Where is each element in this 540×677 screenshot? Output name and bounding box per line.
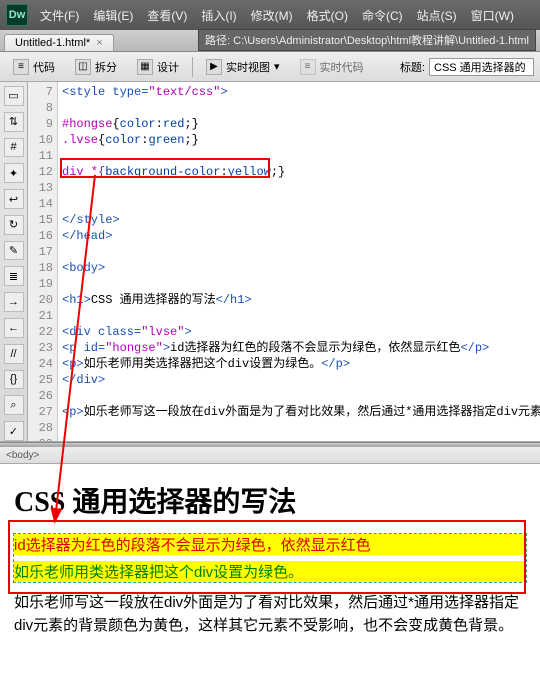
live-view-icon: ▶ xyxy=(206,59,222,75)
titlebar: Dw 文件(F) 编辑(E) 查看(V) 插入(I) 修改(M) 格式(O) 命… xyxy=(0,0,540,30)
line-gutter: 789 101112 131415 161718 192021 222324 2… xyxy=(28,82,58,441)
title-input[interactable] xyxy=(429,58,534,76)
document-tab[interactable]: Untitled-1.html* × xyxy=(4,34,114,51)
live-view-button[interactable]: ▶ 实时视图 ▾ xyxy=(199,56,287,78)
design-preview[interactable]: CSS 通用选择器的写法 id选择器为红色的段落不会显示为绿色，依然显示红色 如… xyxy=(0,464,540,661)
menu-site[interactable]: 站点(S) xyxy=(411,5,463,26)
annotation-code-highlight xyxy=(60,158,270,178)
live-code-icon: ≡ xyxy=(300,59,316,75)
view-code-button[interactable]: ≡ 代码 xyxy=(6,56,62,78)
menu-edit[interactable]: 编辑(E) xyxy=(87,5,139,26)
code-vertical-toolbar: ▭ ⇅ # ✦ ↩ ↻ ✎ ≣ → ← // {} ⌕ ✓ xyxy=(0,82,28,441)
vtool-refresh-icon[interactable]: ↻ xyxy=(4,215,24,235)
vtool-collapse-icon[interactable]: ⇅ xyxy=(4,112,24,132)
design-icon: ▦ xyxy=(137,59,153,75)
title-field: 标题: xyxy=(400,58,534,76)
vtool-format-icon[interactable]: ≣ xyxy=(4,266,24,286)
chevron-down-icon: ▾ xyxy=(274,60,280,73)
view-split-button[interactable]: ◫ 拆分 xyxy=(68,56,124,78)
document-tab-row: Untitled-1.html* × 路径: C:\Users\Administ… xyxy=(0,30,540,52)
vtool-outdent-icon[interactable]: ← xyxy=(4,318,24,338)
code-icon: ≡ xyxy=(13,59,29,75)
vtool-validate-icon[interactable]: ✓ xyxy=(4,421,24,441)
app-logo: Dw xyxy=(6,4,28,26)
vtool-wrap-icon[interactable]: ↩ xyxy=(4,189,24,209)
code-area: 789 101112 131415 161718 192021 222324 2… xyxy=(28,82,540,441)
menu-insert[interactable]: 插入(I) xyxy=(195,5,242,26)
menu-view[interactable]: 查看(V) xyxy=(141,5,193,26)
code-editor[interactable]: <style type="text/css"> #hongse{color:re… xyxy=(58,82,540,441)
vtool-open-docs-icon[interactable]: ▭ xyxy=(4,86,24,106)
menu-modify[interactable]: 修改(M) xyxy=(245,5,299,26)
menu-window[interactable]: 窗口(W) xyxy=(465,5,520,26)
vtool-snippets-icon[interactable]: {} xyxy=(4,370,24,390)
document-tab-label: Untitled-1.html* xyxy=(15,37,90,49)
split-icon: ◫ xyxy=(75,59,91,75)
vtool-highlight-icon[interactable]: ✦ xyxy=(4,163,24,183)
view-toolbar: ≡ 代码 ◫ 拆分 ▦ 设计 ▶ 实时视图 ▾ ≡ 实时代码 标题: xyxy=(0,52,540,82)
path-label: 路径: xyxy=(205,35,230,47)
page-title: CSS 通用选择器的写法 xyxy=(14,480,526,520)
document-path: 路径: C:\Users\Administrator\Desktop\html教… xyxy=(198,29,536,51)
menu-file[interactable]: 文件(F) xyxy=(34,5,85,26)
menu-commands[interactable]: 命令(C) xyxy=(356,5,409,26)
tag-selector-path[interactable]: <body> xyxy=(6,450,39,461)
menu-format[interactable]: 格式(O) xyxy=(301,5,354,26)
main-menu: 文件(F) 编辑(E) 查看(V) 插入(I) 修改(M) 格式(O) 命令(C… xyxy=(34,5,520,26)
toolbar-separator xyxy=(192,57,193,77)
title-label: 标题: xyxy=(400,59,425,75)
vtool-apply-icon[interactable]: ✎ xyxy=(4,241,24,261)
workspace: ▭ ⇅ # ✦ ↩ ↻ ✎ ≣ → ← // {} ⌕ ✓ 789 101112… xyxy=(0,82,540,442)
view-design-button[interactable]: ▦ 设计 xyxy=(130,56,186,78)
annotation-preview-highlight xyxy=(8,520,526,594)
path-value: C:\Users\Administrator\Desktop\html教程讲解\… xyxy=(233,35,529,47)
vtool-line-numbers-icon[interactable]: # xyxy=(4,138,24,158)
vtool-recent-icon[interactable]: ⌕ xyxy=(4,395,24,415)
vtool-comment-icon[interactable]: // xyxy=(4,344,24,364)
preview-p3: 如乐老师写这一段放在div外面是为了看对比效果，然后通过*通用选择器指定div元… xyxy=(14,592,526,637)
status-bar: <body> xyxy=(0,446,540,464)
live-code-button[interactable]: ≡ 实时代码 xyxy=(293,56,371,78)
vtool-indent-icon[interactable]: → xyxy=(4,292,24,312)
close-icon[interactable]: × xyxy=(96,37,102,49)
